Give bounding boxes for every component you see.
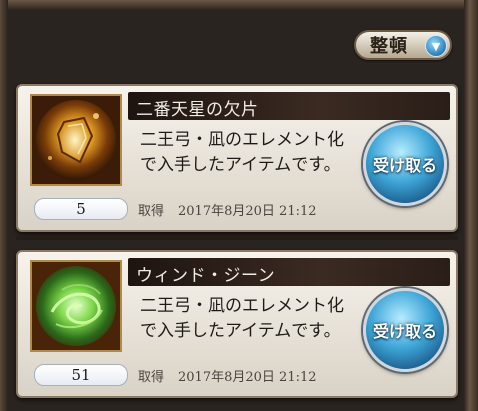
window-frame-left — [0, 0, 8, 411]
item-description: 二王弓・凪のエレメント化 で入手したアイテムです。 — [140, 128, 360, 178]
item-count-badge: 5 — [34, 198, 128, 220]
wind-gene-icon — [30, 260, 122, 352]
window-frame-top — [0, 0, 478, 10]
item-title-bar: 二番天星の欠片 — [128, 92, 450, 120]
item-card: ウィンド・ジーン 二王弓・凪のエレメント化 で入手したアイテムです。 受け取る … — [16, 250, 458, 398]
obtained-date: 2017年8月20日 21:12 — [178, 204, 317, 219]
item-card: 二番天星の欠片 二王弓・凪のエレメント化 で入手したアイテムです。 受け取る 5… — [16, 84, 458, 232]
receive-button-label: 受け取る — [372, 322, 437, 341]
receive-button[interactable]: 受け取る — [363, 288, 447, 372]
receive-button[interactable]: 受け取る — [363, 122, 447, 206]
item-title: ウィンド・ジーン — [136, 266, 276, 286]
obtained-date: 2017年8月20日 21:12 — [178, 370, 317, 385]
item-description-line: で入手したアイテムです。 — [140, 155, 341, 175]
shard-gem-icon — [30, 94, 122, 186]
item-count-badge: 51 — [34, 364, 128, 386]
obtained-label: 取得 — [138, 204, 165, 219]
item-description-line: 二王弓・凪のエレメント化 — [140, 130, 344, 150]
item-count: 5 — [76, 200, 86, 218]
item-description-line: 二王弓・凪のエレメント化 — [140, 296, 344, 316]
obtained-info: 取得 2017年8月20日 21:12 — [138, 200, 317, 219]
chevron-down-icon: ▼ — [425, 35, 447, 57]
sort-button[interactable]: 整頓 ▼ — [354, 30, 452, 60]
item-description: 二王弓・凪のエレメント化 で入手したアイテムです。 — [140, 294, 360, 344]
window-frame-right[interactable] — [464, 0, 478, 411]
item-description-line: で入手したアイテムです。 — [140, 321, 341, 341]
card-divider — [16, 236, 458, 240]
item-title-bar: ウィンド・ジーン — [128, 258, 450, 286]
sort-button-label: 整頓 — [370, 36, 408, 57]
receive-button-label: 受け取る — [372, 156, 437, 175]
item-count: 51 — [71, 366, 91, 384]
obtained-info: 取得 2017年8月20日 21:12 — [138, 366, 317, 385]
obtained-label: 取得 — [138, 370, 165, 385]
item-title: 二番天星の欠片 — [136, 100, 259, 120]
